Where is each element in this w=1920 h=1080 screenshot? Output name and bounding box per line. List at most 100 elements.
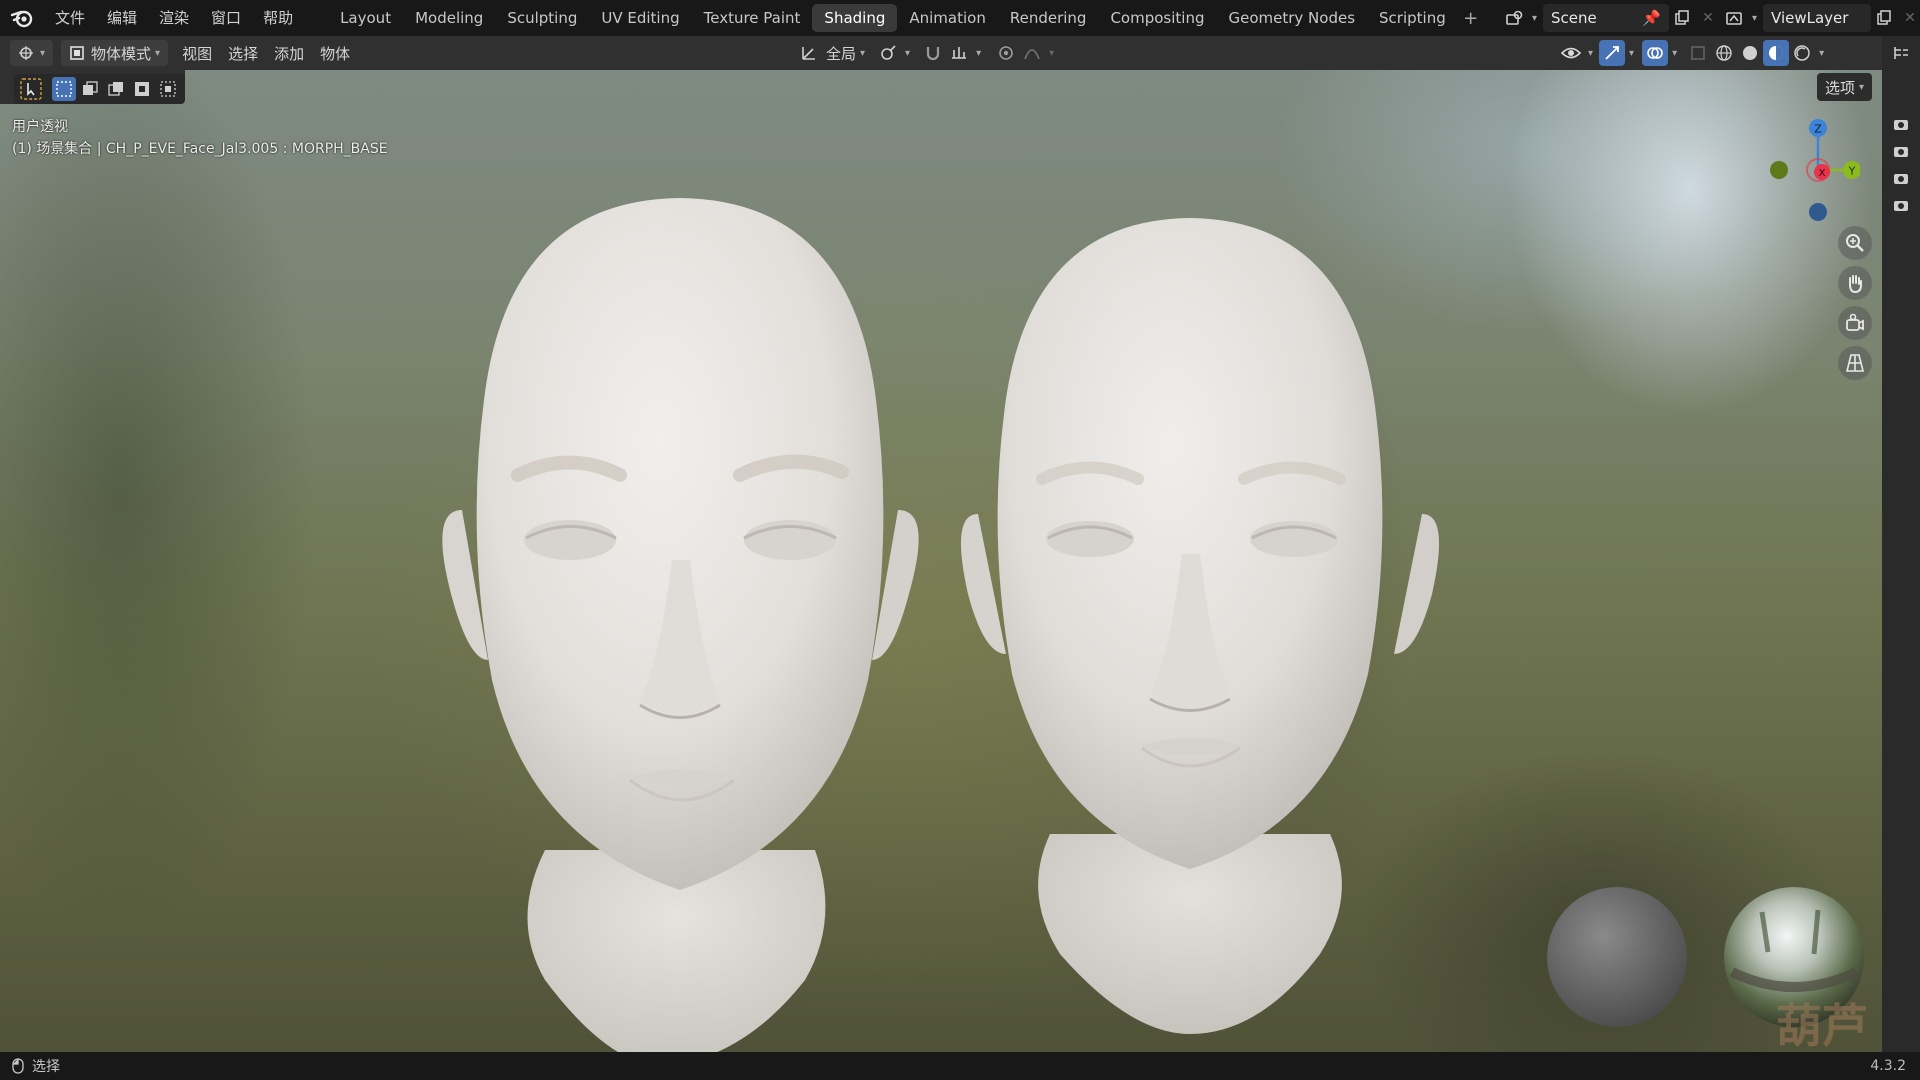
tab-modeling[interactable]: Modeling xyxy=(403,4,495,32)
view-layer-name: ViewLayer xyxy=(1771,9,1849,27)
version-label: 4.3.2 xyxy=(1870,1058,1906,1074)
camera-icon[interactable] xyxy=(1882,137,1920,164)
select-subtract-icon[interactable] xyxy=(104,77,128,101)
gizmo-toggle-icon[interactable] xyxy=(1599,40,1626,66)
outliner-toggle-icon[interactable] xyxy=(1882,36,1920,70)
visibility-icon[interactable] xyxy=(1558,40,1584,66)
menu-object[interactable]: 物体 xyxy=(312,40,358,66)
tool-settings-panel xyxy=(0,70,185,104)
tab-compositing[interactable]: Compositing xyxy=(1098,4,1216,32)
transform-orientation-icon[interactable] xyxy=(796,40,822,66)
selection-mode-strip xyxy=(14,74,185,104)
blender-logo-icon[interactable] xyxy=(0,0,44,36)
select-intersect-icon[interactable] xyxy=(156,77,180,101)
mouse-left-icon xyxy=(12,1058,24,1074)
head-model-left[interactable] xyxy=(420,120,940,1052)
perspective-toggle-button[interactable] xyxy=(1838,346,1872,380)
scene-name-field[interactable]: Scene 📌 xyxy=(1543,4,1670,32)
zoom-button[interactable] xyxy=(1838,226,1872,260)
snap-icon[interactable] xyxy=(920,40,946,66)
viewport-display-tools: ▾ ▾ ▾ ▾ xyxy=(1558,40,1824,66)
menu-file[interactable]: 文件 xyxy=(44,0,96,36)
object-mode-icon xyxy=(70,46,84,60)
gizmo-caret-icon: ▾ xyxy=(1629,47,1635,59)
menu-help[interactable]: 帮助 xyxy=(252,0,304,36)
gizmo-neg-z-axis[interactable] xyxy=(1809,203,1827,221)
right-sidebar xyxy=(1882,36,1920,1052)
overlays-caret-icon: ▾ xyxy=(1672,47,1678,59)
mode-dropdown[interactable]: 物体模式 ▾ xyxy=(61,40,169,66)
select-invert-icon[interactable] xyxy=(130,77,154,101)
tab-sculpting[interactable]: Sculpting xyxy=(495,4,589,32)
view-layer-name-field[interactable]: ViewLayer xyxy=(1763,4,1872,32)
head-model-right[interactable] xyxy=(950,134,1450,1052)
editor-type-icon xyxy=(19,46,33,60)
transform-orientation-label: 全局 xyxy=(826,44,857,63)
camera-icon[interactable] xyxy=(1882,191,1920,218)
tab-uv-editing[interactable]: UV Editing xyxy=(589,4,691,32)
tab-layout[interactable]: Layout xyxy=(328,4,403,32)
tab-shading[interactable]: Shading xyxy=(812,4,898,32)
view-layer-selector: ▾ ViewLayer ✕ xyxy=(1722,4,1920,32)
transform-orientation-dropdown[interactable]: 全局 ▾ xyxy=(822,40,869,66)
camera-icon[interactable] xyxy=(1882,164,1920,191)
proportional-editing-icon[interactable] xyxy=(993,40,1019,66)
pan-button[interactable] xyxy=(1838,266,1872,300)
select-extend-icon[interactable] xyxy=(78,77,102,101)
delete-scene-icon[interactable]: ✕ xyxy=(1695,5,1721,31)
tab-animation[interactable]: Animation xyxy=(897,4,997,32)
pivot-point-icon[interactable] xyxy=(875,40,901,66)
orientation-caret-icon: ▾ xyxy=(860,47,866,59)
menu-select[interactable]: 选择 xyxy=(220,40,266,66)
new-scene-icon[interactable] xyxy=(1669,5,1695,31)
tab-scripting[interactable]: Scripting xyxy=(1367,4,1458,32)
tab-geometry-nodes[interactable]: Geometry Nodes xyxy=(1216,4,1367,32)
select-tool-icon[interactable] xyxy=(19,77,43,101)
scene-name: Scene xyxy=(1551,9,1597,27)
camera-view-icon xyxy=(1846,313,1864,331)
menu-edit[interactable]: 编辑 xyxy=(96,0,148,36)
camera-icon[interactable] xyxy=(1882,110,1920,137)
options-dropdown[interactable]: 选项 ▾ xyxy=(1816,73,1872,101)
wireframe-shading-icon[interactable] xyxy=(1711,40,1737,66)
new-view-layer-icon[interactable] xyxy=(1871,5,1897,31)
editor-type-caret-icon: ▾ xyxy=(40,47,46,59)
overlays-toggle-icon[interactable] xyxy=(1642,40,1669,66)
menu-window[interactable]: 窗口 xyxy=(200,0,252,36)
material-preview-shading-icon[interactable] xyxy=(1763,40,1790,66)
tab-rendering[interactable]: Rendering xyxy=(998,4,1099,32)
menu-add[interactable]: 添加 xyxy=(266,40,312,66)
camera-view-button[interactable] xyxy=(1838,306,1872,340)
status-bar: 选择 4.3.2 xyxy=(0,1052,1920,1080)
select-new-icon[interactable] xyxy=(52,77,76,101)
watermark: 葫芦 xyxy=(1776,999,1868,1052)
gizmo-neg-y-axis[interactable] xyxy=(1770,161,1788,179)
grid-icon xyxy=(1845,354,1865,372)
falloff-icon[interactable] xyxy=(1019,40,1045,66)
tab-texture-paint[interactable]: Texture Paint xyxy=(692,4,813,32)
scene-caret-icon: ▾ xyxy=(1532,12,1538,24)
scene-icon[interactable] xyxy=(1502,5,1528,31)
pivot-caret-icon: ▾ xyxy=(905,47,911,59)
editor-type-button[interactable]: ▾ xyxy=(10,40,54,66)
gizmo-y-label: Y xyxy=(1848,165,1856,178)
delete-view-layer-icon[interactable]: ✕ xyxy=(1897,5,1920,31)
xray-toggle-icon[interactable] xyxy=(1685,40,1711,66)
pin-icon[interactable]: 📌 xyxy=(1642,9,1661,27)
navigation-gizmo[interactable]: Z Y X xyxy=(1762,114,1860,226)
menu-render[interactable]: 渲染 xyxy=(148,0,200,36)
view-layer-icon[interactable] xyxy=(1722,5,1748,31)
menu-view[interactable]: 视图 xyxy=(174,40,220,66)
3d-viewport[interactable]: 用户透视 (1) 场景集合 | CH_P_EVE_Face_Jal3.005 :… xyxy=(0,70,1882,1052)
gizmo-x-label: X xyxy=(1819,168,1826,179)
rendered-shading-icon[interactable] xyxy=(1789,40,1815,66)
solid-shading-icon[interactable] xyxy=(1737,40,1763,66)
options-label: 选项 xyxy=(1824,78,1855,97)
snap-target-icon[interactable] xyxy=(946,40,972,66)
scene-selector: ▾ Scene 📌 ✕ xyxy=(1502,4,1721,32)
status-select-label: 选择 xyxy=(32,1059,60,1075)
add-workspace-button[interactable]: + xyxy=(1458,8,1484,29)
options-caret-icon: ▾ xyxy=(1858,81,1864,93)
view-name: 用户透视 xyxy=(12,119,68,135)
